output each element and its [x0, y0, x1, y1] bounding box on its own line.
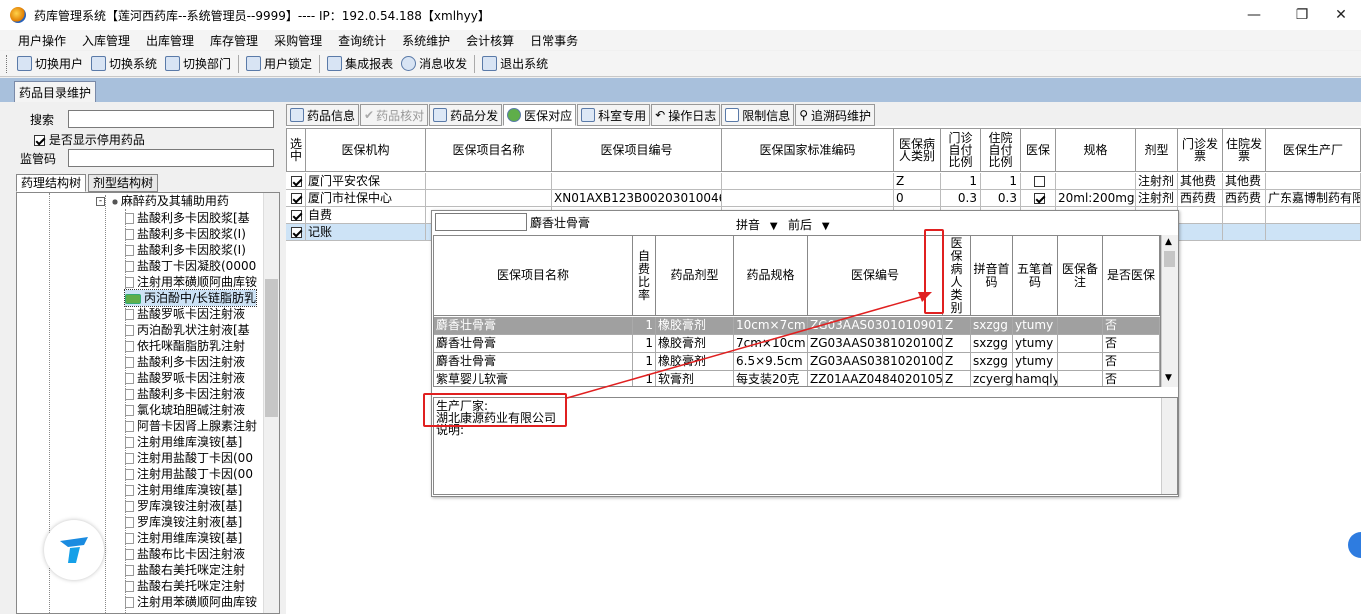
annotation-arrow [566, 292, 932, 399]
